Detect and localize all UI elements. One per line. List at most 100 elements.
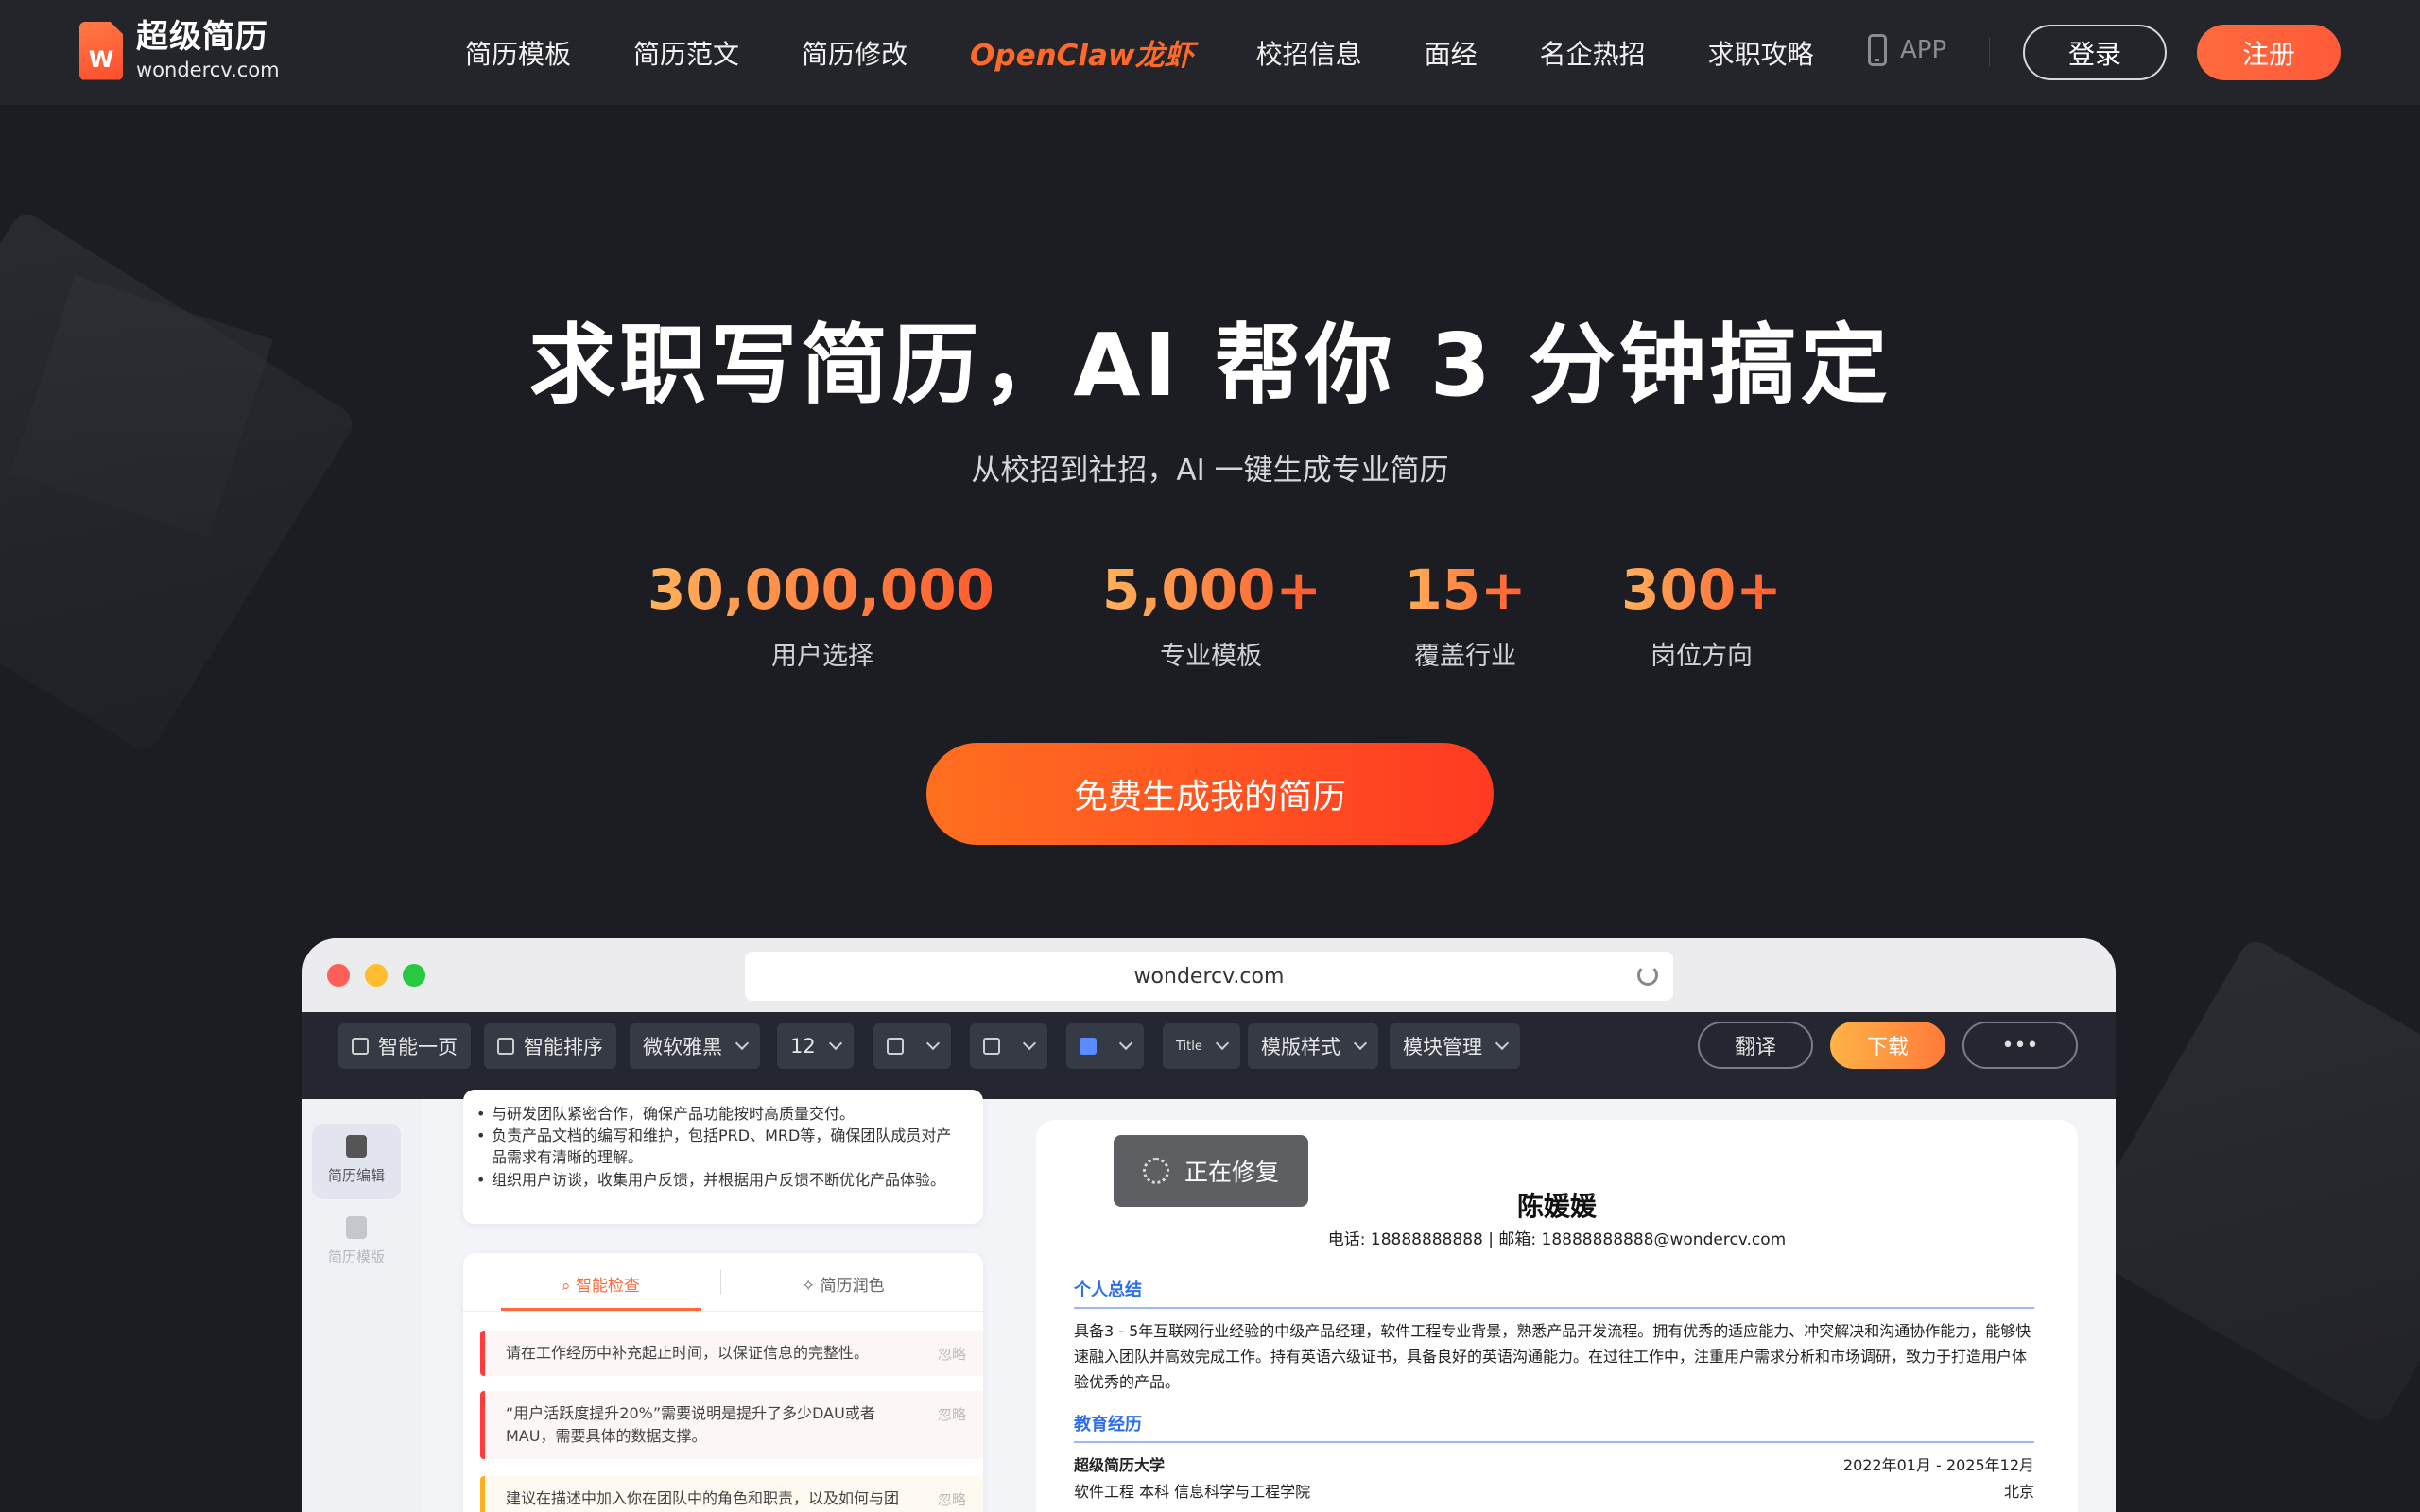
stat-value: 30,000,000+ (648, 558, 1041, 622)
margin-icon (983, 1038, 1000, 1055)
module-manage-label: 模块管理 (1403, 1036, 1482, 1058)
site-logo[interactable]: W 超级简历 wondercv.com (79, 21, 280, 80)
window-maximize-dot (403, 964, 425, 987)
stats-row: 30,000,000+ 用户选择 5,000+ 专业模板 15+ 覆盖行业 30… (0, 558, 2420, 680)
generate-resume-button[interactable]: 免费生成我的简历 (926, 743, 1494, 845)
chevron-down-icon (925, 1036, 941, 1051)
education-major: 软件工程 本科 信息科学与工程学院 (1074, 1483, 1311, 1501)
window-close-dot (327, 964, 350, 987)
nav-resume-revision[interactable]: 简历修改 (802, 34, 908, 72)
section-divider (1074, 1307, 2034, 1309)
section-title-education: 教育经历 (1074, 1415, 1142, 1435)
editor-workspace: 简历编辑 简历模版 与研发团队紧密合作，确保产品功能按时高质量交付。 负责产品文… (302, 1090, 2116, 1512)
title-style-select: Title (1163, 1023, 1240, 1069)
stat-label: 覆盖行业 (1414, 642, 1516, 671)
check-suggestion: 建议在描述中加入你在团队中的角色和职责，以及如何与团 忽略 (480, 1476, 983, 1512)
suggestion-text: “用户活跃度提升20%”需要说明是提升了多少DAU或者MAU，需要具体的数据支撑… (506, 1404, 875, 1445)
font-select: 微软雅黑 (630, 1023, 760, 1069)
template-icon (346, 1216, 367, 1239)
editor-toolbar: 智能一页 智能排序 微软雅黑 12 Title 模版样式 模块管理 翻译 下载 … (302, 1012, 2116, 1099)
nav-interview-experience[interactable]: 面经 (1425, 34, 1478, 72)
stat-value: 300+ (1616, 558, 1787, 622)
header-divider (1989, 38, 1990, 66)
register-button[interactable]: 注册 (2197, 25, 2341, 80)
address-bar: wondercv.com (745, 952, 1673, 1001)
suggestion-text: 请在工作经历中补充起止时间，以保证信息的完整性。 (506, 1344, 870, 1362)
product-preview-window: wondercv.com 智能一页 智能排序 微软雅黑 12 Title 模版样… (302, 938, 2116, 1512)
font-size-select: 12 (777, 1023, 854, 1069)
bullet-item: 组织用户访谈，收集用户反馈，并根据用户反馈不断优化产品体验。 (476, 1169, 964, 1191)
background-cube-right (2070, 936, 2420, 1427)
address-url: wondercv.com (1133, 964, 1285, 988)
smart-page-label: 智能一页 (378, 1036, 458, 1058)
margin-select (970, 1023, 1047, 1069)
summary-text: 具备3 - 5年互联网行业经验的中级产品经理，软件工程专业背景，熟悉产品开发流程… (1074, 1322, 2031, 1392)
top-nav-bar: W 超级简历 wondercv.com 简历模板 简历范文 简历修改 OpenC… (0, 0, 2420, 105)
sidebar-item-label: 简历编辑 (327, 1167, 385, 1184)
sparkle-icon: ✧ (802, 1277, 821, 1296)
smart-sort-button: 智能排序 (484, 1023, 616, 1069)
module-manage-select: 模块管理 (1390, 1023, 1520, 1069)
experience-bullets: 与研发团队紧密合作，确保产品功能按时高质量交付。 负责产品文档的编写和维护，包括… (463, 1103, 983, 1191)
app-download-link[interactable]: APP (1868, 34, 1946, 66)
color-swatch-icon (1080, 1038, 1097, 1055)
check-suggestion: “用户活跃度提升20%”需要说明是提升了多少DAU或者MAU，需要具体的数据支撑… (480, 1391, 983, 1459)
download-button: 下载 (1830, 1022, 1945, 1069)
stat-label: 岗位方向 (1651, 642, 1753, 671)
theme-color-select (1066, 1023, 1144, 1069)
suggestion-text: 建议在描述中加入你在团队中的角色和职责，以及如何与团 (506, 1489, 900, 1507)
chevron-down-icon (828, 1036, 842, 1051)
search-icon: ⌕ (562, 1277, 576, 1296)
stat-value: 5,000+ (1102, 558, 1322, 622)
active-tab-underline (501, 1308, 701, 1311)
nav-top-company-jobs[interactable]: 名企热招 (1540, 34, 1646, 72)
logo-icon: W (79, 21, 123, 80)
stat-label: 用户选择 (771, 642, 873, 671)
browser-titlebar: wondercv.com (302, 938, 2116, 1012)
chevron-down-icon (1215, 1036, 1229, 1051)
nav-job-guides[interactable]: 求职攻略 (1708, 34, 1814, 72)
chevron-down-icon (1495, 1036, 1510, 1051)
resume-name: 陈媛媛 (1516, 1191, 1597, 1222)
status-text: 正在修复 (1184, 1159, 1279, 1186)
hero-subtitle: 从校招到社招，AI 一键生成专业简历 (971, 454, 1449, 488)
school-name: 超级简历大学 (1074, 1456, 1166, 1474)
line-spacing-icon (887, 1038, 904, 1055)
education-city: 北京 (2003, 1483, 2034, 1501)
translate-button: 翻译 (1698, 1022, 1813, 1069)
ignore-link: 忽略 (937, 1491, 966, 1508)
section-title-summary: 个人总结 (1074, 1280, 1142, 1300)
template-style-label: 模版样式 (1261, 1036, 1340, 1058)
editor-panel: 与研发团队紧密合作，确保产品功能按时高质量交付。 负责产品文档的编写和维护，包括… (444, 1090, 983, 1512)
smart-page-button: 智能一页 (338, 1023, 471, 1069)
chevron-down-icon (1022, 1036, 1037, 1051)
tab-smart-check: ⌕ 智能检查 (562, 1272, 640, 1296)
chevron-down-icon (735, 1036, 750, 1051)
smart-sort-label: 智能排序 (524, 1036, 603, 1058)
stat-templates: 5,000+ 专业模板 (1102, 558, 1322, 672)
hero-title: 求职写简历，AI 帮你 3 分钟搞定 (528, 315, 1892, 416)
resume-preview: 正在修复 陈媛媛 电话: 18888888888 | 邮箱: 188888888… (1036, 1120, 2078, 1512)
nav-resume-samples[interactable]: 简历范文 (633, 34, 739, 72)
stat-label: 专业模板 (1160, 642, 1262, 671)
nav-campus-recruitment[interactable]: 校招信息 (1256, 34, 1362, 72)
experience-card: 与研发团队紧密合作，确保产品功能按时高质量交付。 负责产品文档的编写和维护，包括… (463, 1090, 983, 1224)
sidebar-item-template: 简历模版 (312, 1205, 401, 1280)
login-button[interactable]: 登录 (2023, 25, 2167, 80)
app-label: APP (1900, 36, 1947, 64)
font-value: 微软雅黑 (643, 1036, 722, 1058)
ignore-link: 忽略 (937, 1406, 966, 1423)
chevron-down-icon (1353, 1036, 1368, 1051)
nav-openclaw[interactable]: OpenClaw龙虾 (970, 31, 1194, 74)
ai-check-card: ⌕ 智能检查 ✧ 简历润色 请在工作经历中补充起止时间，以保证信息的完整性。 忽… (463, 1253, 983, 1512)
font-size-value: 12 (790, 1035, 816, 1057)
edit-icon (346, 1135, 367, 1158)
bullet-item: 负责产品文档的编写和维护，包括PRD、MRD等，确保团队成员对产品需求有清晰的理… (476, 1125, 964, 1168)
nav-resume-templates[interactable]: 简历模板 (465, 34, 571, 72)
education-period: 2022年01月 - 2025年12月 (1842, 1456, 2034, 1474)
tab-polish: ✧ 简历润色 (802, 1272, 885, 1296)
fit-page-icon (352, 1038, 369, 1055)
window-minimize-dot (365, 964, 388, 987)
check-tabs: ⌕ 智能检查 ✧ 简历润色 (463, 1253, 983, 1312)
chevron-down-icon (1118, 1036, 1133, 1051)
